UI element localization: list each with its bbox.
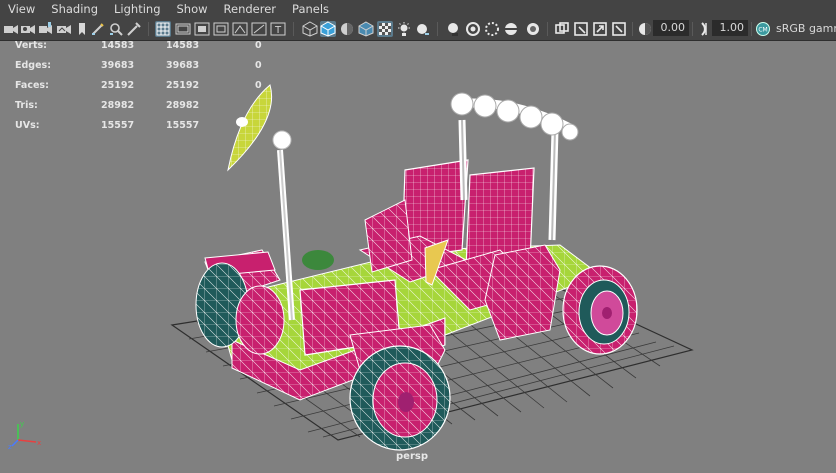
motion-blur-icon[interactable]: [446, 21, 462, 37]
use-default-material-icon[interactable]: [302, 21, 318, 37]
wireframe-icon[interactable]: [251, 21, 267, 37]
grease-pencil-icon[interactable]: [74, 21, 90, 37]
panel-toolbar: T 0.00 1.00 CM sRGB gamm: [0, 18, 836, 41]
2d-pan-zoom-icon[interactable]: [90, 21, 106, 37]
wireframe-on-shaded-icon[interactable]: [320, 21, 336, 37]
gamma-icon[interactable]: [697, 21, 713, 37]
svg-text:y: y: [20, 420, 24, 428]
xray-active-components-icon[interactable]: [554, 21, 570, 37]
svg-text:CM: CM: [758, 27, 767, 34]
menu-shading[interactable]: Shading: [43, 0, 106, 18]
buggy-model[interactable]: [195, 84, 638, 451]
shadows-icon[interactable]: [396, 21, 412, 37]
gamma-field[interactable]: 1.00: [712, 20, 748, 36]
panel-menu-bar: View Shading Lighting Show Renderer Pane…: [0, 0, 836, 18]
exposure-icon[interactable]: [637, 21, 653, 37]
grid-icon[interactable]: [108, 21, 124, 37]
safe-title-icon[interactable]: [232, 21, 248, 37]
hide-toolbar-icon[interactable]: [573, 21, 589, 37]
view-axis-indicator: y x z: [8, 418, 46, 451]
menu-panels[interactable]: Panels: [284, 0, 337, 18]
resolution-gate-icon[interactable]: [155, 21, 171, 37]
screen-space-ao-icon[interactable]: [415, 21, 431, 37]
maya-viewport-panel: View Shading Lighting Show Renderer Pane…: [0, 0, 836, 473]
smooth-shade-icon[interactable]: T: [270, 21, 286, 37]
svg-text:z: z: [8, 443, 12, 450]
gate-mask-icon[interactable]: [175, 21, 191, 37]
svg-text:T: T: [274, 25, 282, 36]
color-space-label[interactable]: sRGB gamm: [776, 20, 836, 38]
film-gate-icon[interactable]: [126, 21, 142, 37]
field-chart-icon[interactable]: [194, 21, 210, 37]
camera-name-label: persp: [396, 451, 428, 462]
xray-joints-icon[interactable]: [525, 21, 541, 37]
bookmark-icon[interactable]: [38, 21, 54, 37]
use-all-lights-icon[interactable]: [377, 21, 393, 37]
rotate-tool-icon[interactable]: [611, 21, 627, 37]
exposure-field[interactable]: 0.00: [653, 20, 689, 36]
move-tool-icon[interactable]: [592, 21, 608, 37]
camera-attributes-icon[interactable]: [20, 21, 36, 37]
viewport-3d[interactable]: [0, 40, 836, 473]
svg-text:x: x: [37, 439, 41, 447]
menu-renderer[interactable]: Renderer: [216, 0, 285, 18]
menu-view[interactable]: View: [0, 0, 43, 18]
xray-icon[interactable]: [339, 21, 355, 37]
multisample-aa-icon[interactable]: [465, 21, 481, 37]
safe-action-icon[interactable]: [213, 21, 229, 37]
isolate-select-icon[interactable]: [503, 21, 519, 37]
image-plane-icon[interactable]: [56, 21, 72, 37]
color-management-icon[interactable]: CM: [755, 21, 771, 37]
camera-select-icon[interactable]: [3, 21, 19, 37]
menu-show[interactable]: Show: [169, 0, 216, 18]
textured-icon[interactable]: [358, 21, 374, 37]
depth-of-field-icon[interactable]: [484, 21, 500, 37]
menu-lighting[interactable]: Lighting: [106, 0, 168, 18]
